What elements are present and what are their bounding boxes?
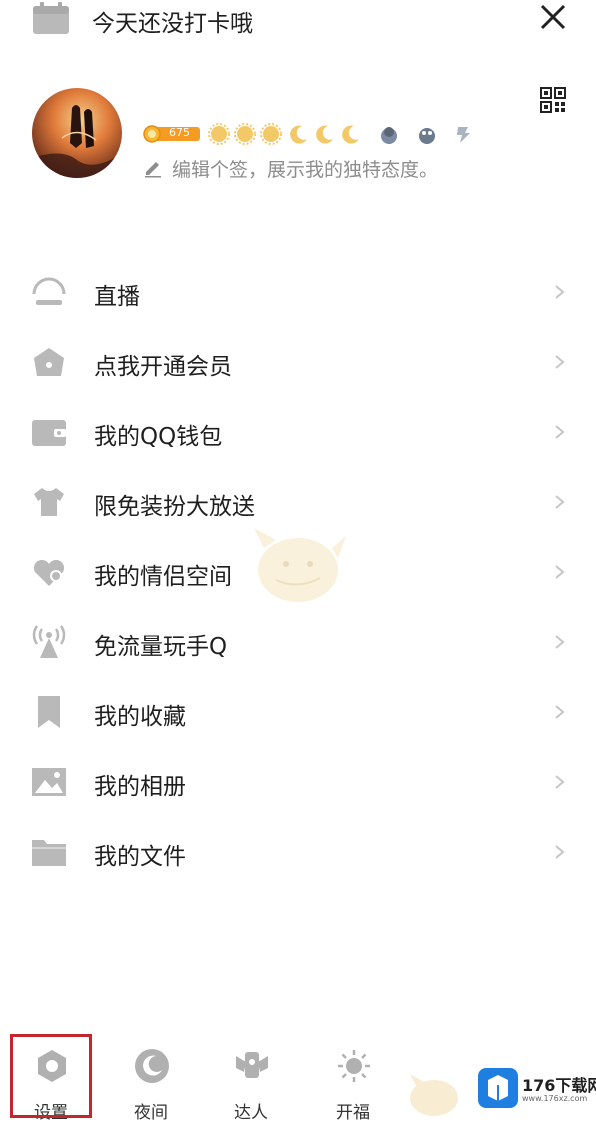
chevron-right-icon (555, 355, 565, 369)
watermark-logo-icon (478, 1068, 518, 1108)
qr-code-button[interactable] (540, 87, 566, 113)
sun-level-icon (234, 123, 256, 145)
sun-level-icon (260, 123, 282, 145)
menu-label: 我的QQ钱包 (94, 424, 223, 450)
level-badge: 675 (142, 125, 202, 143)
lightning-badge-icon (457, 127, 470, 143)
close-icon (540, 4, 566, 30)
moon-level-icon (316, 125, 333, 144)
checkin-prompt[interactable]: 今天还没打卡哦 (92, 4, 253, 38)
signal-tower-icon (32, 625, 66, 658)
menu-item-live[interactable]: 直播 (0, 257, 596, 327)
penguin-badge-icon (419, 128, 435, 144)
signature-text: 编辑个签，展示我的独特态度。 (172, 159, 439, 181)
sun-level-icon (208, 123, 230, 145)
night-mode-icon (135, 1049, 169, 1083)
chevron-right-icon (555, 705, 565, 719)
settings-highlight-box (10, 1034, 92, 1118)
folder-icon (32, 840, 66, 866)
menu-label: 我的情侣空间 (94, 564, 232, 590)
blessing-label: 开福 (336, 1103, 370, 1123)
mascot-watermark-icon (254, 528, 346, 602)
expert-label: 达人 (234, 1103, 268, 1123)
avatar[interactable] (32, 88, 122, 178)
qr-code-icon (540, 87, 566, 113)
moon-level-icon (290, 125, 307, 144)
watermark-text: 176下载网 (522, 1076, 596, 1095)
watermark-url: www.176xz.com (522, 1094, 588, 1103)
menu-label: 免流量玩手Q (94, 634, 228, 660)
menu-label: 限免装扮大放送 (94, 494, 255, 520)
chevron-right-icon (555, 775, 565, 789)
blessing-button[interactable]: 开福 (310, 1030, 396, 1126)
chevron-right-icon (555, 285, 565, 299)
menu-item-free-data[interactable]: 免流量玩手Q (0, 607, 596, 677)
bookmark-icon (38, 696, 60, 728)
menu-label: 直播 (94, 284, 140, 310)
chevron-right-icon (555, 845, 565, 859)
chevron-right-icon (555, 495, 565, 509)
photo-icon (32, 768, 66, 796)
expert-button[interactable]: 达人 (208, 1030, 294, 1126)
moon-level-icon (342, 125, 359, 144)
menu-item-files[interactable]: 我的文件 (0, 817, 596, 887)
couple-heart-icon (33, 559, 65, 586)
night-mode-label: 夜间 (134, 1103, 168, 1123)
menu-label: 我的相册 (94, 774, 186, 800)
chevron-right-icon (555, 635, 565, 649)
signature-row[interactable]: 编辑个签，展示我的独特态度。 (142, 154, 502, 182)
mascot-watermark-icon (410, 1074, 458, 1116)
level-row[interactable]: 675 (142, 121, 482, 147)
menu-label: 我的收藏 (94, 704, 186, 730)
site-watermark: 176下载网 www.176xz.com (406, 1058, 596, 1120)
top-bar: 今天还没打卡哦 (0, 0, 596, 40)
tshirt-icon (34, 488, 64, 516)
settings-button[interactable]: 设置 (8, 1030, 94, 1126)
edit-pencil-icon (145, 162, 161, 178)
expert-icon (236, 1052, 268, 1078)
penguin-badge-icon (381, 127, 397, 144)
vip-basket-icon (34, 348, 64, 376)
live-icon (32, 277, 66, 305)
sun-icon (338, 1050, 370, 1082)
close-button[interactable] (536, 0, 570, 34)
chevron-right-icon (555, 565, 565, 579)
chevron-right-icon (555, 425, 565, 439)
wallet-icon (32, 420, 66, 446)
menu-label: 点我开通会员 (94, 354, 232, 380)
night-mode-button[interactable]: 夜间 (108, 1030, 194, 1126)
menu-item-album[interactable]: 我的相册 (0, 747, 596, 817)
menu-item-wallet[interactable]: 我的QQ钱包 (0, 397, 596, 467)
calendar-icon[interactable] (32, 2, 70, 34)
level-number: 675 (169, 126, 190, 139)
menu-item-vip[interactable]: 点我开通会员 (0, 327, 596, 397)
menu-label: 我的文件 (94, 844, 186, 870)
menu-item-favorites[interactable]: 我的收藏 (0, 677, 596, 747)
